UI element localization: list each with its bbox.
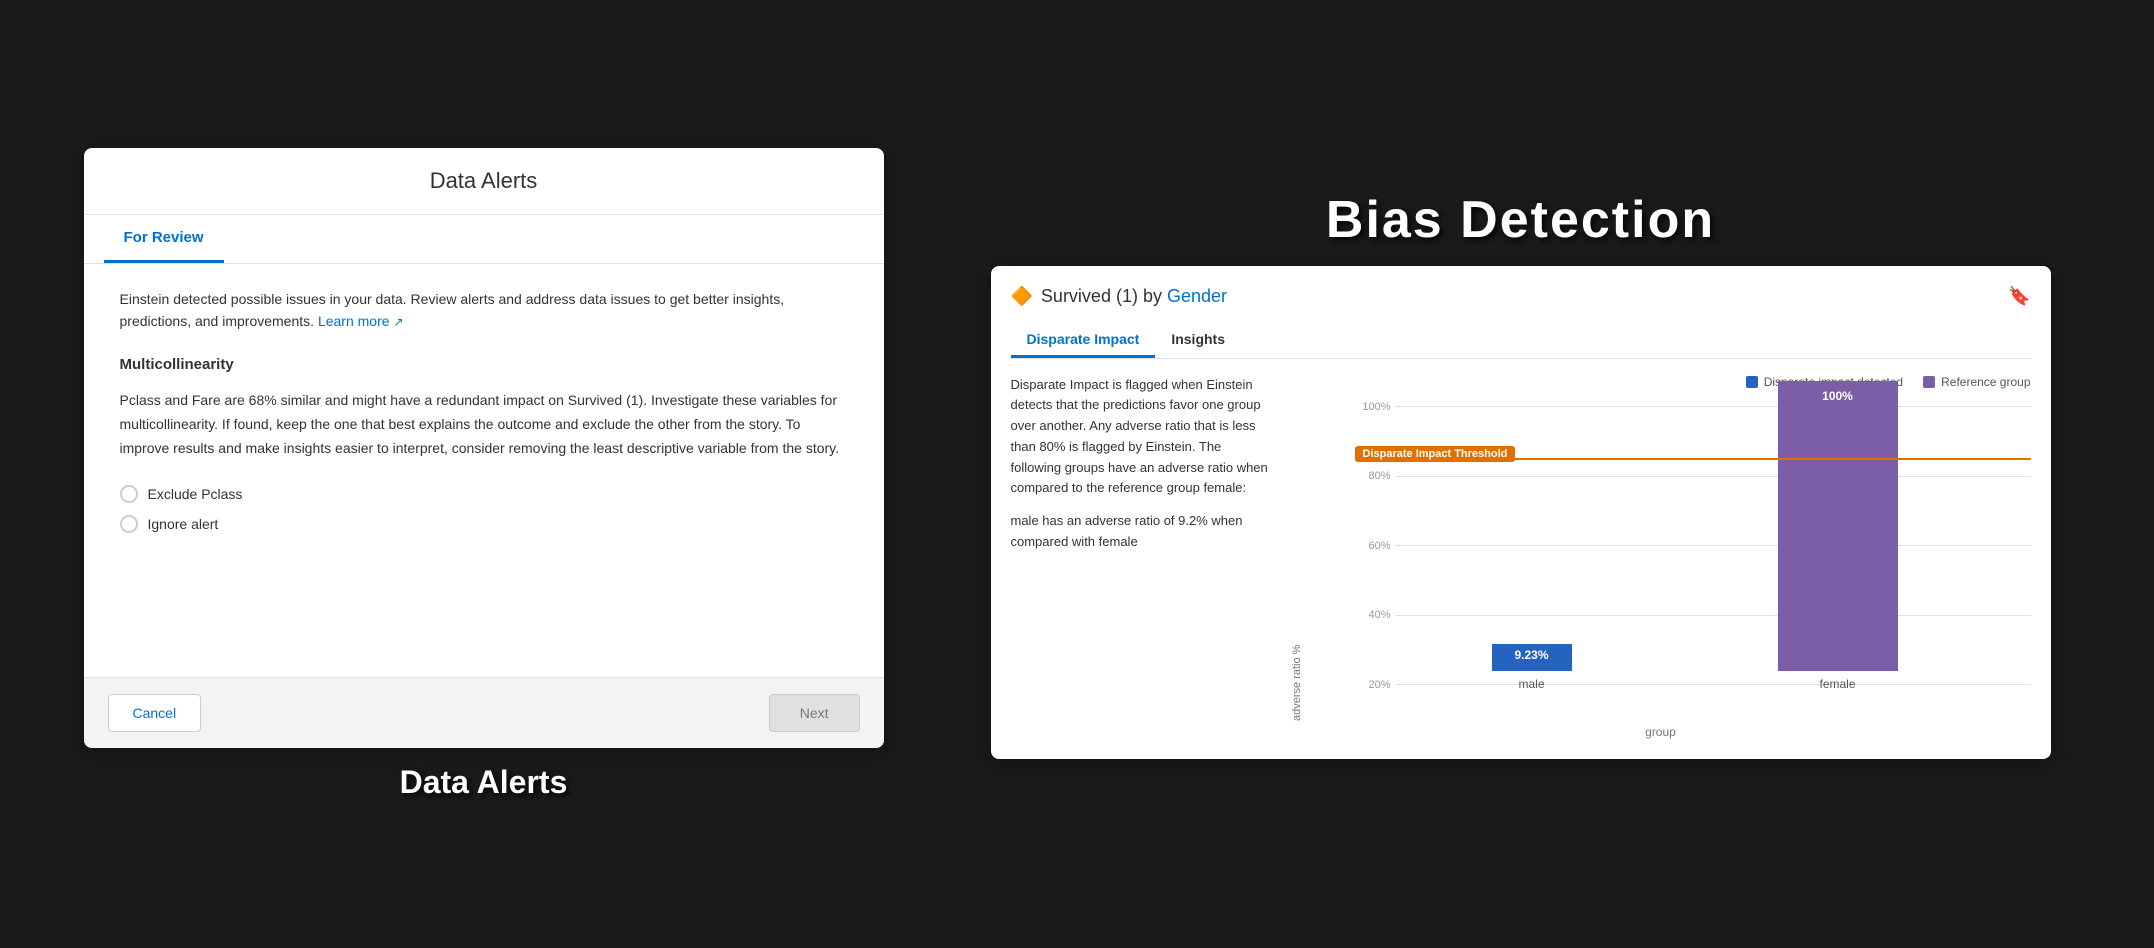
tabs-container: For Review bbox=[84, 215, 884, 264]
data-alerts-panel: Data Alerts For Review Einstein detected… bbox=[84, 148, 884, 748]
bar-male: 9.23% bbox=[1492, 644, 1572, 671]
bias-card: 🔶 Survived (1) by Gender 🔖 Disparate Imp… bbox=[991, 266, 2051, 759]
bar-female-xlabel: female bbox=[1819, 677, 1855, 691]
radio-circle-1 bbox=[120, 485, 138, 503]
cancel-button[interactable]: Cancel bbox=[108, 694, 202, 732]
bar-male-xlabel: male bbox=[1518, 677, 1544, 691]
radio-exclude-pclass[interactable]: Exclude Pclass bbox=[120, 485, 848, 503]
bias-card-title: Survived (1) by Gender bbox=[1041, 286, 1227, 307]
x-axis-label: group bbox=[1291, 725, 2031, 739]
intro-text: Einstein detected possible issues in you… bbox=[120, 288, 848, 333]
bias-card-header: 🔶 Survived (1) by Gender 🔖 bbox=[1011, 286, 2031, 307]
section-title: Multicollinearity bbox=[120, 356, 848, 373]
external-link-icon: ↗ bbox=[393, 315, 403, 329]
section-body: Pclass and Fare are 68% similar and migh… bbox=[120, 389, 848, 460]
y-axis-label: adverse ratio % bbox=[1291, 401, 1303, 721]
tab-for-review[interactable]: For Review bbox=[104, 215, 224, 263]
data-alerts-label: Data Alerts bbox=[400, 764, 568, 801]
bias-detection-title: Bias Detection bbox=[1326, 190, 1715, 250]
bar-group-male: 9.23% male bbox=[1492, 644, 1572, 691]
radio-ignore-alert[interactable]: Ignore alert bbox=[120, 515, 848, 533]
bias-tabs: Disparate Impact Insights bbox=[1011, 323, 2031, 359]
panel-body: Einstein detected possible issues in you… bbox=[84, 264, 884, 677]
legend-reference-group: Reference group bbox=[1923, 375, 2030, 389]
bar-group-female: 100% female bbox=[1778, 381, 1898, 691]
right-section: Bias Detection 🔶 Survived (1) by Gender … bbox=[971, 190, 2071, 759]
fire-icon: 🔶 bbox=[1011, 286, 1033, 307]
learn-more-link[interactable]: Learn more ↗ bbox=[318, 313, 404, 329]
bookmark-icon[interactable]: 🔖 bbox=[2008, 286, 2030, 307]
bias-content: Disparate Impact is flagged when Einstei… bbox=[1011, 375, 2031, 739]
tab-insights[interactable]: Insights bbox=[1155, 323, 1241, 358]
panel-footer: Cancel Next bbox=[84, 677, 884, 748]
tab-disparate-impact[interactable]: Disparate Impact bbox=[1011, 323, 1156, 358]
radio-group: Exclude Pclass Ignore alert bbox=[120, 485, 848, 533]
bar-female: 100% bbox=[1778, 381, 1898, 671]
bar-male-label: 9.23% bbox=[1514, 648, 1548, 662]
bias-desc-para2: male has an adverse ratio of 9.2% when c… bbox=[1011, 511, 1271, 553]
threshold-label: Disparate Impact Threshold bbox=[1355, 446, 1516, 462]
panel-header: Data Alerts bbox=[84, 148, 884, 215]
bias-description: Disparate Impact is flagged when Einstei… bbox=[1011, 375, 1271, 739]
panel-title: Data Alerts bbox=[104, 168, 864, 194]
legend-dot-purple bbox=[1923, 376, 1935, 388]
radio-circle-2 bbox=[120, 515, 138, 533]
next-button[interactable]: Next bbox=[769, 694, 860, 732]
bias-desc-para1: Disparate Impact is flagged when Einstei… bbox=[1011, 375, 1271, 500]
threshold-line: Disparate Impact Threshold bbox=[1355, 458, 2031, 460]
legend-dot-blue bbox=[1746, 376, 1758, 388]
chart-area: Disparate impact detected Reference grou… bbox=[1291, 375, 2031, 739]
chart-legend: Disparate impact detected Reference grou… bbox=[1291, 375, 2031, 389]
bar-female-label: 100% bbox=[1822, 389, 1853, 403]
